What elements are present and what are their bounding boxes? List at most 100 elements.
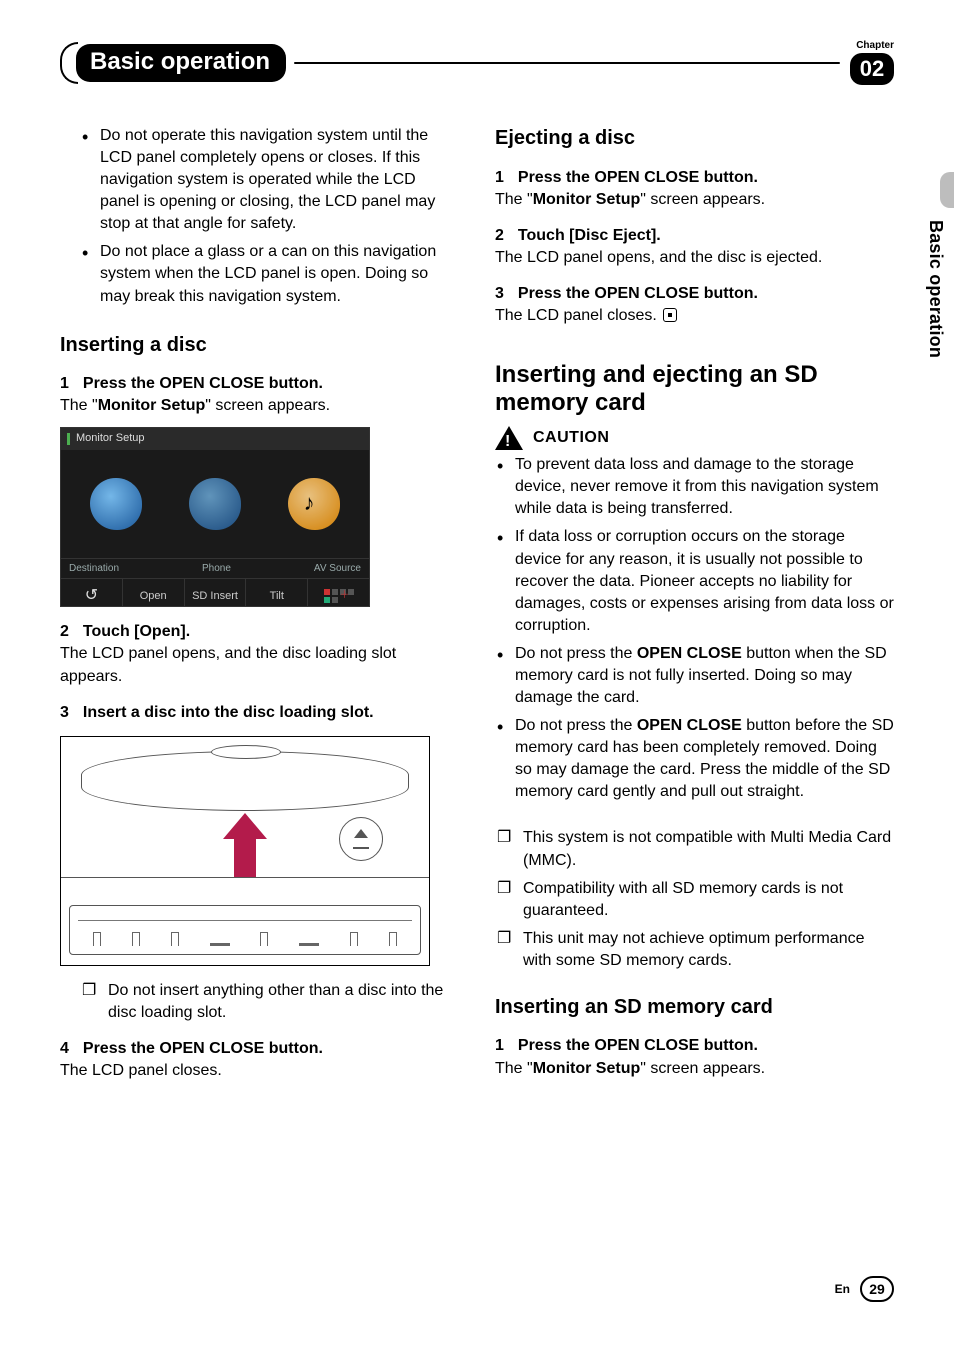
back-arrow-icon: ↺ (85, 585, 98, 607)
screenshot-body (61, 450, 369, 558)
text-bold: OPEN CLOSE (637, 717, 742, 734)
sd-step-1-body: The "Monitor Setup" screen appears. (495, 1058, 894, 1080)
sd-note: Compatibility with all SD memory cards i… (497, 878, 894, 922)
step-4-title: Press the OPEN CLOSE button. (83, 1040, 323, 1057)
mini-icons: ＋ (324, 589, 354, 603)
eject-step-2-body: The LCD panel opens, and the disc is eje… (495, 247, 894, 269)
text: The LCD panel closes. (495, 307, 657, 324)
chapter-badge-wrap: Chapter 02 (850, 40, 894, 85)
av-source-blob-icon (288, 478, 340, 530)
step-2-head: 2Touch [Open]. (60, 621, 459, 643)
left-column: Do not operate this navigation system un… (60, 125, 459, 1082)
destination-blob-icon (90, 478, 142, 530)
eject-step-3-body: The LCD panel closes. (495, 305, 894, 327)
step-2-title: Touch [Open]. (83, 623, 190, 640)
text: The " (495, 1060, 533, 1077)
screenshot-bottombar: ↺ Open SD Insert Tilt ＋ (61, 579, 369, 607)
mini-red-icon (324, 589, 330, 595)
heading-inserting-disc: Inserting a disc (60, 332, 459, 360)
mini-control-button: ＋ (308, 579, 369, 607)
caution-bullets: To prevent data loss and damage to the s… (497, 454, 894, 803)
text: " screen appears. (640, 191, 765, 208)
side-tab-label: Basic operation (925, 220, 946, 358)
text: The " (60, 397, 98, 414)
chapter-title: Basic operation (76, 44, 286, 82)
text-bold: OPEN CLOSE (637, 645, 742, 662)
disc-insert-illustration (60, 736, 430, 966)
step-1-title: Press the OPEN CLOSE button. (83, 375, 323, 392)
disc-notes: Do not insert anything other than a disc… (82, 980, 459, 1024)
heading-ejecting-disc: Ejecting a disc (495, 125, 894, 153)
sd-insert-button: SD Insert (185, 579, 247, 607)
chapter-number-badge: 02 (850, 53, 894, 85)
warning-triangle-icon (495, 426, 523, 450)
row-label: AV Source (314, 562, 361, 576)
step-1-body: The "Monitor Setup" screen appears. (60, 395, 459, 417)
lang-label: En (835, 1282, 850, 1296)
disc-note: Do not insert anything other than a disc… (82, 980, 459, 1024)
knob-icon (389, 932, 397, 946)
front-panel-buttons (78, 920, 412, 948)
side-tab-bump (940, 172, 954, 208)
page-header: Basic operation Chapter 02 (60, 40, 894, 85)
step-4-body: The LCD panel closes. (60, 1060, 459, 1082)
mini-grey-icon (348, 589, 354, 595)
green-bar-icon (67, 433, 70, 445)
mini-grey-icon (332, 597, 338, 603)
step-2-body: The LCD panel opens, and the disc loadin… (60, 643, 459, 687)
up-arrow-icon (223, 813, 267, 877)
heading-insert-sd: Inserting an SD memory card (495, 994, 894, 1022)
eject-step-3-title: Press the OPEN CLOSE button. (518, 285, 758, 302)
text-bold: Monitor Setup (98, 397, 206, 414)
chapter-title-wrap: Basic operation (60, 42, 840, 84)
right-column: Ejecting a disc 1Press the OPEN CLOSE bu… (495, 125, 894, 1082)
divider-line (61, 877, 429, 878)
step-3-title: Insert a disc into the disc loading slot… (83, 704, 374, 721)
text: " screen appears. (205, 397, 330, 414)
sd-note: This unit may not achieve optimum perfor… (497, 928, 894, 972)
text: " screen appears. (640, 1060, 765, 1077)
knob-icon (93, 932, 101, 946)
tilt-button: Tilt (246, 579, 308, 607)
eject-symbol-icon (339, 817, 383, 861)
text-bold: Monitor Setup (533, 191, 641, 208)
sd-step-1-head: 1Press the OPEN CLOSE button. (495, 1035, 894, 1057)
screenshot-title: Monitor Setup (76, 431, 144, 446)
text: The " (495, 191, 533, 208)
caution-bullet: If data loss or corruption occurs on the… (497, 526, 894, 636)
page-footer: En 29 (835, 1276, 894, 1302)
step-3-head: 3Insert a disc into the disc loading slo… (60, 702, 459, 724)
caution-label: CAUTION (533, 427, 609, 449)
back-button: ↺ (61, 579, 123, 607)
sd-step-1-title: Press the OPEN CLOSE button. (518, 1037, 758, 1054)
knob-icon (350, 932, 358, 946)
eject-step-3-head: 3Press the OPEN CLOSE button. (495, 283, 894, 305)
knob-icon (132, 932, 140, 946)
heading-sd-section: Inserting and ejecting an SD memory card (495, 361, 894, 416)
monitor-setup-screenshot: Monitor Setup Destination Phone AV Sourc… (60, 427, 370, 607)
bar-icon (210, 943, 230, 946)
sd-note: This system is not compatible with Multi… (497, 827, 894, 871)
front-panel-outline (69, 905, 421, 955)
step-1-head: 1Press the OPEN CLOSE button. (60, 373, 459, 395)
screenshot-row-labels: Destination Phone AV Source (61, 558, 369, 580)
row-label: Destination (69, 562, 119, 576)
slot-outline-icon (81, 751, 409, 811)
caution-bullet: Do not press the OPEN CLOSE button befor… (497, 715, 894, 803)
row-label: Phone (202, 562, 231, 576)
eject-step-1-title: Press the OPEN CLOSE button. (518, 169, 758, 186)
open-button: Open (123, 579, 185, 607)
sd-notes: This system is not compatible with Multi… (497, 827, 894, 971)
caution-bullet: To prevent data loss and damage to the s… (497, 454, 894, 520)
mini-grey-icon (332, 589, 338, 595)
disc-icon (211, 745, 281, 759)
chapter-label: Chapter (850, 40, 894, 51)
intro-bullets: Do not operate this navigation system un… (82, 125, 459, 308)
knob-icon (260, 932, 268, 946)
title-line (294, 62, 840, 64)
eject-step-2-title: Touch [Disc Eject]. (518, 227, 661, 244)
step-4-head: 4Press the OPEN CLOSE button. (60, 1038, 459, 1060)
knob-icon (171, 932, 179, 946)
eject-step-2-head: 2Touch [Disc Eject]. (495, 225, 894, 247)
caution-row: CAUTION (495, 426, 894, 450)
